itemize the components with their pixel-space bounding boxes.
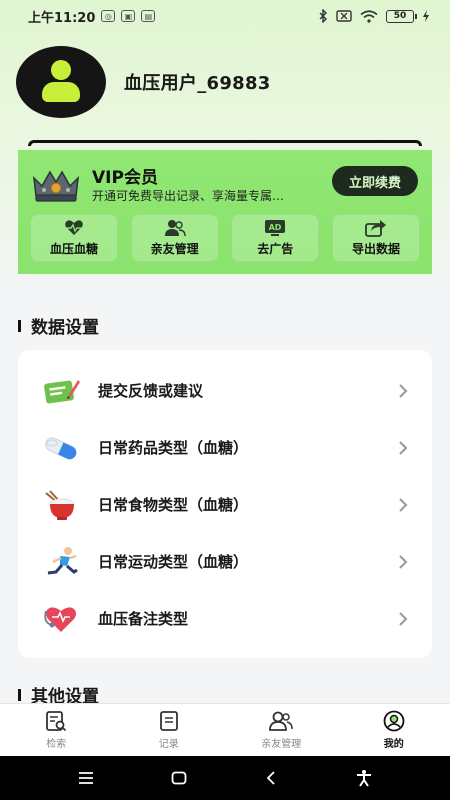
family-icon	[269, 710, 293, 732]
menu-icon[interactable]	[74, 766, 98, 790]
list-item-label: 日常药品类型（血糖）	[98, 439, 249, 457]
tab-label: 亲友管理	[261, 739, 302, 750]
feature-label: 去广告	[257, 242, 294, 256]
section-title-marker	[18, 688, 21, 701]
feature-blood-pressure-sugar[interactable]: 血压血糖	[30, 214, 118, 262]
feature-label: 亲友管理	[150, 242, 199, 256]
record-icon	[157, 710, 181, 732]
list-item-label: 血压备注类型	[98, 610, 189, 628]
section-title-data-settings: 数据设置	[18, 313, 99, 338]
chevron-right-icon	[399, 611, 408, 626]
stethoscope-heart-icon	[42, 602, 80, 636]
food-bowl-icon	[42, 488, 80, 522]
list-item-label: 日常运动类型（血糖）	[98, 553, 249, 571]
profile-header[interactable]: 血压用户_69883	[16, 46, 271, 118]
notification-app-icon: ▣	[121, 10, 136, 22]
back-icon[interactable]	[259, 766, 283, 790]
bluetooth-icon	[319, 9, 327, 23]
chevron-right-icon	[399, 554, 408, 569]
system-nav-bar	[0, 756, 450, 800]
users-icon	[164, 219, 186, 237]
tab-label: 我的	[383, 739, 404, 750]
battery-icon: 50	[386, 9, 417, 23]
tab-label: 记录	[158, 739, 179, 750]
sim-off-icon	[336, 10, 352, 22]
status-bar: 上午11:20 ◎ ▣ ▤ 50	[0, 0, 450, 32]
vip-card-body[interactable]: VIP会员 开通可免费导出记录、享海量专属… 立即续费 血压血糖 亲友管理 AD	[18, 150, 432, 274]
section-title-text: 数据设置	[31, 318, 99, 338]
feature-label: 导出数据	[351, 242, 400, 256]
feature-export-data[interactable]: 导出数据	[331, 214, 420, 262]
crown-icon	[33, 170, 79, 202]
vip-card-border	[28, 140, 422, 146]
search-doc-icon	[44, 710, 68, 732]
heart-wave-icon	[63, 219, 85, 237]
list-item-label: 提交反馈或建议	[98, 382, 204, 400]
tab-profile[interactable]: 我的	[349, 710, 439, 750]
status-right: 50	[319, 9, 430, 23]
username: 血压用户_69883	[124, 73, 271, 94]
tab-label: 检索	[46, 739, 67, 750]
vip-subtitle: 开通可免费导出记录、享海量专属…	[92, 189, 285, 203]
status-time: 上午11:20	[28, 10, 96, 26]
vip-title: VIP会员	[92, 168, 158, 188]
feature-family[interactable]: 亲友管理	[130, 214, 219, 262]
notification-app-icon: ▤	[141, 10, 156, 22]
feature-remove-ads[interactable]: AD 去广告	[231, 214, 320, 262]
data-settings-list: 提交反馈或建议 日常药品类型（血糖） 日常食物类型（血糖） 日常运动类型（血糖）…	[18, 350, 432, 658]
chevron-right-icon	[399, 383, 408, 398]
avatar-head	[51, 60, 71, 80]
renew-button[interactable]: 立即续费	[332, 166, 418, 196]
export-icon	[365, 219, 387, 237]
vip-features: 血压血糖 亲友管理 AD 去广告 导出数据	[30, 214, 420, 262]
status-left: 上午11:20 ◎ ▣ ▤	[28, 7, 156, 26]
section-title-marker	[18, 319, 21, 332]
charging-icon	[423, 10, 429, 22]
vip-card: VIP会员 开通可免费导出记录、享海量专属… 立即续费 血压血糖 亲友管理 AD	[18, 140, 432, 274]
list-item-feedback[interactable]: 提交反馈或建议	[18, 362, 432, 419]
avatar[interactable]	[16, 46, 106, 118]
list-item-exercise[interactable]: 日常运动类型（血糖）	[18, 533, 432, 590]
list-item-food[interactable]: 日常食物类型（血糖）	[18, 476, 432, 533]
ad-icon: AD	[264, 219, 286, 237]
home-icon[interactable]	[167, 766, 191, 790]
avatar-body	[42, 82, 80, 102]
pill-icon	[42, 431, 80, 465]
tab-search[interactable]: 检索	[11, 710, 101, 750]
bottom-tab-bar: 检索 记录 亲友管理 我的	[0, 703, 450, 756]
tab-family[interactable]: 亲友管理	[236, 710, 326, 750]
list-item-medication[interactable]: 日常药品类型（血糖）	[18, 419, 432, 476]
list-item-bp-notes[interactable]: 血压备注类型	[18, 590, 432, 647]
feature-label: 血压血糖	[49, 242, 98, 256]
tab-record[interactable]: 记录	[124, 710, 214, 750]
svg-text:AD: AD	[269, 223, 282, 232]
chevron-right-icon	[399, 440, 408, 455]
wifi-icon	[360, 9, 378, 23]
list-item-label: 日常食物类型（血糖）	[98, 496, 249, 514]
notification-app-icon: ◎	[101, 10, 116, 22]
feedback-icon	[42, 374, 80, 408]
accessibility-icon[interactable]	[352, 766, 376, 790]
profile-icon	[382, 710, 406, 732]
chevron-right-icon	[399, 497, 408, 512]
runner-icon	[42, 545, 80, 579]
